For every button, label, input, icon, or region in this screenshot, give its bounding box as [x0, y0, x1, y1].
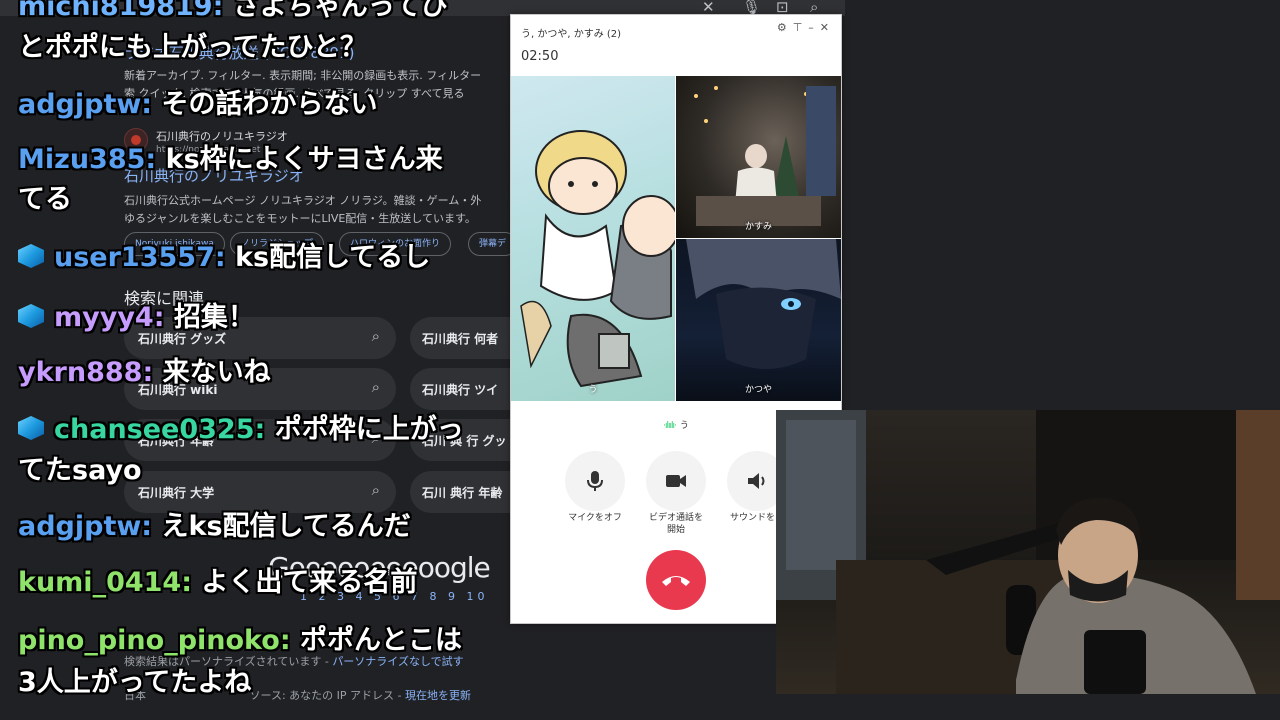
participant-name: う — [588, 385, 598, 395]
chat-username: myyy4: — [54, 302, 165, 333]
chat-username: chansee0325: — [54, 414, 266, 445]
chat-message: user13557: ks配信してるし — [18, 243, 430, 273]
video-camera-icon — [666, 475, 686, 487]
chat-text: 3人上がってたよね — [18, 667, 252, 698]
chat-text: その話わからない — [161, 89, 378, 120]
chat-username: adgjptw: — [18, 511, 153, 542]
chat-message: とポポにも上がってたひと？ — [18, 33, 367, 63]
search-icon[interactable]: ⌕ — [810, 0, 818, 15]
mic-label: マイクをオフ — [568, 513, 622, 523]
hangup-phone-icon — [662, 576, 690, 586]
call-timer: 02:50 — [521, 49, 559, 64]
webcam-feed — [776, 410, 1280, 694]
chat-username: user13557: — [54, 242, 226, 273]
call-window-title: う, かつや, かすみ (2) — [521, 29, 622, 40]
video-tile-katsuya[interactable]: かつや — [676, 239, 841, 401]
minimize-icon[interactable]: – — [808, 21, 820, 34]
chat-message: adgjptw: その話わからない — [18, 90, 378, 120]
chat-text: ks枠によくサヨさん来 — [165, 144, 443, 175]
illustration-avatar — [520, 130, 675, 388]
chat-text: ポポんとこは — [300, 625, 463, 656]
close-icon[interactable]: ✕ — [820, 21, 835, 34]
moderator-cube-icon — [18, 244, 44, 268]
mic-icon — [587, 471, 603, 491]
chat-username: adgjptw: — [18, 89, 153, 120]
mic-icon[interactable]: 🎙 — [742, 0, 761, 15]
speaker-icon — [748, 473, 765, 489]
photo-thumbnail — [694, 86, 836, 226]
chat-username: kumi_0414: — [18, 567, 193, 598]
window-controls[interactable]: ⚙⊤–✕ — [777, 21, 835, 34]
chat-message: 3人上がってたよね — [18, 668, 251, 698]
moderator-cube-icon — [18, 416, 44, 440]
audio-level-icon: ·ılıılı· — [663, 421, 677, 431]
video-tile-kasumi[interactable]: かすみ — [676, 76, 841, 238]
chat-text: ポポ枠に上がっ — [274, 414, 464, 445]
webcam-scene — [776, 410, 1280, 694]
chat-username: ykrn888: — [18, 357, 154, 388]
chat-message: michi819819: さよちゃんってひ — [18, 0, 447, 22]
chat-username: michi819819: — [18, 0, 224, 22]
chat-username: pino_pino_pinoko: — [18, 625, 291, 656]
participant-name: かすみ — [744, 222, 772, 232]
video-label: ビデオ通話を 開始 — [648, 513, 703, 535]
chat-message: kumi_0414: よく出て来る名前 — [18, 568, 417, 598]
chat-message: ykrn888: 来ないね — [18, 358, 271, 388]
anime-avatar — [686, 239, 841, 369]
chat-text: てたsayo — [18, 455, 142, 486]
chat-overlay: michi819819: さよちゃんってひとポポにも上がってたひと？ adgjpt… — [0, 0, 520, 720]
chat-text: えks配信してるんだ — [161, 511, 411, 542]
chat-message: myyy4: 招集！ — [18, 303, 255, 333]
chat-text: てる — [18, 184, 72, 215]
chat-text: ks配信してるし — [235, 242, 431, 273]
chat-text: とポポにも上がってたひと？ — [18, 32, 367, 63]
chat-text: 招集！ — [173, 302, 255, 333]
clear-icon[interactable]: ✕ — [702, 0, 715, 15]
camera-icon[interactable]: ⊡ — [776, 0, 789, 15]
mic-button[interactable] — [565, 451, 625, 511]
chat-message: chansee0325: ポポ枠に上がっ — [18, 415, 464, 445]
video-tile-u[interactable]: う — [511, 76, 675, 401]
chat-message: adgjptw: えks配信してるんだ — [18, 512, 411, 542]
video-button[interactable] — [646, 451, 706, 511]
hangup-button[interactable] — [646, 550, 706, 610]
chat-text: 来ないね — [162, 357, 271, 388]
settings-icon[interactable]: ⚙ — [777, 21, 793, 34]
chat-text: さよちゃんってひ — [232, 0, 448, 22]
chat-message: てる — [18, 185, 72, 215]
participant-name: かつや — [744, 385, 772, 395]
chat-message: pino_pino_pinoko: ポポんとこは — [18, 626, 462, 656]
chat-message: てたsayo — [18, 456, 142, 486]
moderator-cube-icon — [18, 304, 44, 328]
chat-message: Mizu385: ks枠によくサヨさん来 — [18, 145, 443, 175]
chat-username: Mizu385: — [18, 144, 157, 175]
pin-icon[interactable]: ⊤ — [793, 21, 809, 34]
speaking-name: う — [679, 421, 689, 431]
chat-text: よく出て来る名前 — [201, 567, 418, 598]
